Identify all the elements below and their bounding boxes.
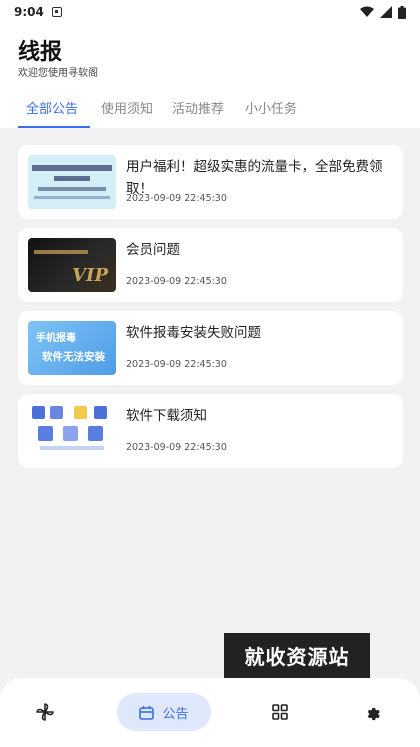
tab-all-announcements[interactable]: 全部公告: [26, 98, 78, 117]
wifi-icon: [360, 6, 374, 17]
watermark: 就收资源站: [224, 633, 370, 678]
nav-announcements[interactable]: 公告: [117, 693, 211, 731]
install-failed-thumbnail: 手机报毒 软件无法安装: [28, 321, 116, 375]
calendar-icon: [139, 705, 155, 720]
page-title: 线报: [18, 40, 63, 65]
app-icons-thumbnail: [28, 404, 116, 458]
nav-announcements-label: 公告: [162, 706, 189, 722]
thumb-line-1: 手机报毒: [36, 333, 76, 344]
signal-icon: [380, 6, 392, 18]
gear-icon: [367, 707, 380, 720]
thumb-line-2: 软件无法安装: [42, 351, 105, 363]
announcement-title: 软件下载须知: [126, 408, 207, 424]
nav-apps[interactable]: [260, 693, 300, 731]
announcement-title: 软件报毒安装失败问题: [126, 325, 261, 341]
announcement-date: 2023-09-09 22:45:30: [126, 276, 227, 287]
nav-settings[interactable]: [352, 693, 392, 731]
announcement-card[interactable]: 用户福利！超级实惠的流量卡，全部免费领取！ 2023-09-09 22:45:3…: [18, 145, 403, 219]
nav-home[interactable]: [25, 693, 65, 731]
vip-label: VIP: [72, 265, 108, 286]
page-subtitle: 欢迎您使用寻软阁: [18, 68, 98, 79]
pinwheel-icon: [36, 703, 54, 721]
announcement-card[interactable]: 手机报毒 软件无法安装 软件报毒安装失败问题 2023-09-09 22:45:…: [18, 311, 403, 385]
tab-indicator: [18, 126, 90, 128]
tab-small-tasks[interactable]: 小小任务: [245, 98, 297, 117]
announcement-date: 2023-09-09 22:45:30: [126, 442, 227, 453]
status-time: 9:04: [14, 5, 44, 19]
battery-icon: [398, 5, 406, 19]
header: 线报 欢迎您使用寻软阁 全部公告 使用须知 活动推荐 小小任务: [0, 24, 420, 128]
announcement-date: 2023-09-09 22:45:30: [126, 359, 227, 370]
announcement-card[interactable]: 软件下载须知 2023-09-09 22:45:30: [18, 394, 403, 468]
vip-thumbnail: VIP: [28, 238, 116, 292]
announcement-card[interactable]: VIP 会员问题 2023-09-09 22:45:30: [18, 228, 403, 302]
announcement-date: 2023-09-09 22:45:30: [126, 193, 227, 204]
tab-activity-recommendations[interactable]: 活动推荐: [172, 98, 224, 117]
status-bar: 9:04: [0, 0, 420, 24]
tab-usage-notes[interactable]: 使用须知: [101, 98, 153, 117]
bottom-nav: 公告: [0, 678, 420, 747]
sim-card-promo-thumbnail: [28, 155, 116, 209]
grid-icon: [272, 704, 288, 720]
tab-bar: 全部公告 使用须知 活动推荐 小小任务: [0, 94, 420, 128]
announcement-title: 会员问题: [126, 242, 180, 258]
notification-icon: [51, 7, 62, 17]
